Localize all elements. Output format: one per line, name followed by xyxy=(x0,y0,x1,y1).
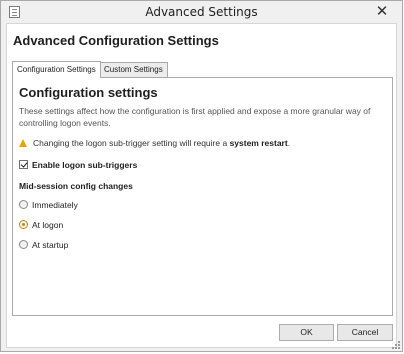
radio-immediately[interactable]: Immediately xyxy=(19,200,78,210)
restart-warning: Changing the logon sub-trigger setting w… xyxy=(19,138,290,148)
dialog-heading: Advanced Configuration Settings xyxy=(13,33,219,48)
radio-label: Immediately xyxy=(32,200,78,210)
checkbox-checked-icon[interactable] xyxy=(19,160,28,169)
window-title: Advanced Settings xyxy=(145,5,258,19)
ok-button[interactable]: OK xyxy=(279,324,334,341)
warning-text: Changing the logon sub-trigger setting w… xyxy=(33,138,230,148)
enable-logon-subtriggers-checkbox[interactable]: Enable logon sub-triggers xyxy=(19,160,137,170)
tab-custom-settings[interactable]: Custom Settings xyxy=(99,62,168,78)
dialog-window: Advanced Settings ✕ Advanced Configurati… xyxy=(0,0,403,352)
radio-at-startup[interactable]: At startup xyxy=(19,240,68,250)
cancel-button[interactable]: Cancel xyxy=(337,324,393,341)
radio-icon[interactable] xyxy=(19,200,28,209)
radio-icon[interactable] xyxy=(19,240,28,249)
radio-at-logon[interactable]: At logon xyxy=(19,220,63,230)
section-title: Configuration settings xyxy=(19,85,158,100)
dialog-content: Advanced Configuration Settings Configur… xyxy=(6,23,397,348)
radio-label: At logon xyxy=(32,220,64,230)
group-label: Mid-session config changes xyxy=(19,181,133,191)
close-button[interactable]: ✕ xyxy=(374,2,390,20)
warning-emphasis: system restart xyxy=(229,138,288,148)
warning-icon xyxy=(19,139,27,147)
checkbox-label: Enable logon sub-triggers xyxy=(32,160,138,170)
warning-text-end: . xyxy=(287,138,291,148)
title-bar[interactable]: Advanced Settings ✕ xyxy=(1,1,402,23)
tab-panel: Configuration settings These settings af… xyxy=(12,77,393,316)
resize-grip-icon[interactable] xyxy=(392,341,400,349)
radio-label: At startup xyxy=(32,240,69,250)
section-description: These settings affect how the configurat… xyxy=(19,106,371,128)
radio-selected-icon[interactable] xyxy=(19,220,28,229)
tab-configuration-settings[interactable]: Configuration Settings xyxy=(12,61,101,78)
